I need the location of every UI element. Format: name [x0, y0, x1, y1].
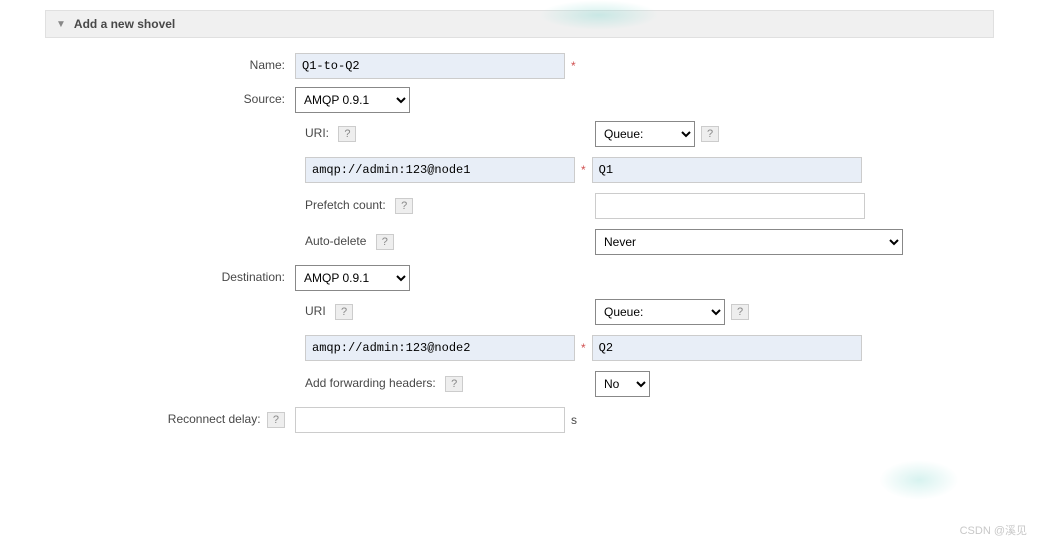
autodelete-label: Auto-delete — [305, 234, 366, 248]
help-icon[interactable]: ? — [338, 126, 356, 142]
source-uri-label: URI: — [305, 126, 329, 140]
help-icon[interactable]: ? — [376, 234, 394, 250]
prefetch-label: Prefetch count: — [305, 198, 386, 212]
destination-protocol-select[interactable]: AMQP 0.9.1 — [295, 265, 410, 291]
help-icon[interactable]: ? — [335, 304, 353, 320]
section-header-add-shovel[interactable]: ▼ Add a new shovel — [45, 10, 994, 38]
dest-target-type-select[interactable]: Queue: — [595, 299, 725, 325]
dest-uri-label: URI — [305, 304, 326, 318]
dest-target-value-input[interactable] — [592, 335, 862, 361]
source-target-value-input[interactable] — [592, 157, 862, 183]
source-label: Source: — [45, 87, 295, 106]
autodelete-select[interactable]: Never — [595, 229, 903, 255]
name-input[interactable] — [295, 53, 565, 79]
reconnect-delay-unit: s — [571, 413, 577, 427]
reconnect-delay-input[interactable] — [295, 407, 565, 433]
prefetch-count-input[interactable] — [595, 193, 865, 219]
destination-label: Destination: — [45, 265, 295, 284]
help-icon[interactable]: ? — [445, 376, 463, 392]
decorative-blob — [879, 460, 959, 500]
chevron-down-icon: ▼ — [56, 19, 66, 30]
name-label: Name: — [45, 53, 295, 72]
dest-uri-input[interactable] — [305, 335, 575, 361]
fwd-headers-select[interactable]: No — [595, 371, 650, 397]
section-title: Add a new shovel — [74, 17, 175, 31]
source-protocol-select[interactable]: AMQP 0.9.1 — [295, 87, 410, 113]
help-icon[interactable]: ? — [395, 198, 413, 214]
source-uri-input[interactable] — [305, 157, 575, 183]
fwd-headers-label: Add forwarding headers: — [305, 376, 436, 390]
source-target-type-select[interactable]: Queue: — [595, 121, 695, 147]
form-add-shovel: Name: * Source: AMQP 0.9.1 URI: ? Queue:… — [45, 53, 1039, 433]
help-icon[interactable]: ? — [267, 412, 285, 428]
help-icon[interactable]: ? — [701, 126, 719, 142]
help-icon[interactable]: ? — [731, 304, 749, 320]
reconnect-delay-label: Reconnect delay: — [168, 412, 261, 426]
required-mark: * — [581, 341, 586, 355]
required-mark: * — [571, 59, 576, 73]
watermark: CSDN @溪见 — [960, 522, 1027, 538]
required-mark: * — [581, 163, 586, 177]
